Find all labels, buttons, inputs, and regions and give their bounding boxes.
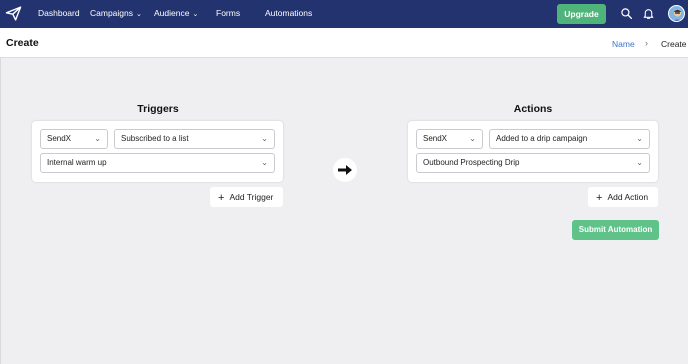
chevron-down-icon: ⌄ [94, 134, 101, 143]
chevron-right-icon: › [645, 38, 648, 48]
page-header: Create Name › Create [0, 28, 688, 58]
action-campaign-select[interactable]: Outbound Prospecting Drip ⌄ [416, 153, 650, 173]
chevron-down-icon: ⌄ [192, 11, 199, 18]
action-event-select[interactable]: Added to a drip campaign ⌄ [489, 129, 650, 149]
search-icon[interactable] [620, 7, 633, 20]
add-action-button[interactable]: + Add Action [588, 187, 658, 207]
breadcrumb-link-name[interactable]: Name [612, 39, 635, 49]
trigger-list-select[interactable]: Internal warm up ⌄ [40, 153, 275, 173]
triggers-card: SendX ⌄ Subscribed to a list ⌄ Internal wa… [32, 121, 283, 182]
page-title: Create [6, 37, 39, 49]
upgrade-button[interactable]: Upgrade [557, 4, 606, 24]
paper-plane-logo-icon[interactable] [5, 5, 22, 22]
flow-arrow [333, 158, 357, 182]
nav-campaigns[interactable]: Campaigns ⌄ [90, 8, 142, 18]
nav-forms[interactable]: Forms [216, 8, 240, 18]
chevron-down-icon: ⌄ [636, 134, 643, 143]
avatar[interactable] [668, 5, 685, 22]
bell-icon[interactable] [642, 7, 655, 20]
action-app-select[interactable]: SendX ⌄ [416, 129, 483, 149]
top-nav: Dashboard Campaigns ⌄ Audience ⌄ Forms Aut… [0, 0, 688, 28]
chevron-down-icon: ⌄ [261, 158, 268, 167]
left-divider [0, 58, 1, 364]
breadcrumb-current: Create [661, 39, 687, 49]
chevron-down-icon: ⌄ [636, 158, 643, 167]
plus-icon: + [596, 192, 603, 204]
actions-title: Actions [513, 103, 553, 115]
submit-automation-button[interactable]: Submit Automation [572, 220, 659, 240]
chevron-down-icon: ⌄ [136, 11, 142, 18]
trigger-app-select[interactable]: SendX ⌄ [40, 129, 108, 149]
chevron-down-icon: ⌄ [261, 134, 268, 143]
actions-card: SendX ⌄ Added to a drip campaign ⌄ Outboun… [408, 121, 658, 182]
triggers-title: Triggers [137, 103, 179, 115]
chevron-down-icon: ⌄ [469, 134, 476, 143]
add-trigger-button[interactable]: + Add Trigger [210, 187, 283, 207]
arrow-right-icon [338, 165, 352, 175]
plus-icon: + [218, 192, 225, 204]
nav-dashboard[interactable]: Dashboard [38, 8, 80, 18]
nav-automations[interactable]: Automations [265, 8, 312, 18]
nav-audience[interactable]: Audience ⌄ [154, 8, 198, 18]
trigger-event-select[interactable]: Subscribed to a list ⌄ [114, 129, 275, 149]
